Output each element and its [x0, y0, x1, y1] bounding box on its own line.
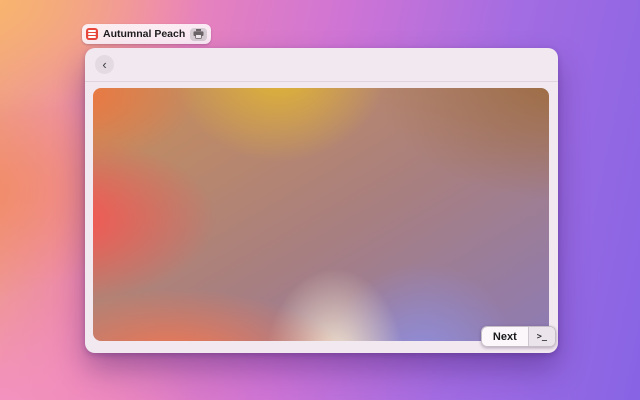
window-content: Next >_: [85, 82, 558, 352]
terminal-button[interactable]: >_: [528, 327, 555, 346]
gradient-preview: [93, 88, 549, 341]
gradient-name-pill[interactable]: Autumnal Peach: [82, 24, 211, 44]
back-button[interactable]: ‹: [95, 55, 114, 74]
printer-glyph: [193, 29, 204, 39]
window-toolbar: ‹: [85, 48, 558, 82]
red-list-app-icon: [86, 28, 98, 40]
next-button[interactable]: Next: [482, 327, 528, 346]
footer-actions: Next >_: [481, 326, 556, 347]
chevron-left-icon: ‹: [102, 58, 106, 71]
gradient-name-label: Autumnal Peach: [103, 28, 185, 40]
printer-icon[interactable]: [190, 28, 207, 41]
app-window: ‹ Next >_: [85, 48, 558, 353]
desktop-wallpaper: Autumnal Peach ‹ Next >_: [0, 0, 640, 400]
terminal-prompt-icon: >_: [537, 332, 547, 342]
